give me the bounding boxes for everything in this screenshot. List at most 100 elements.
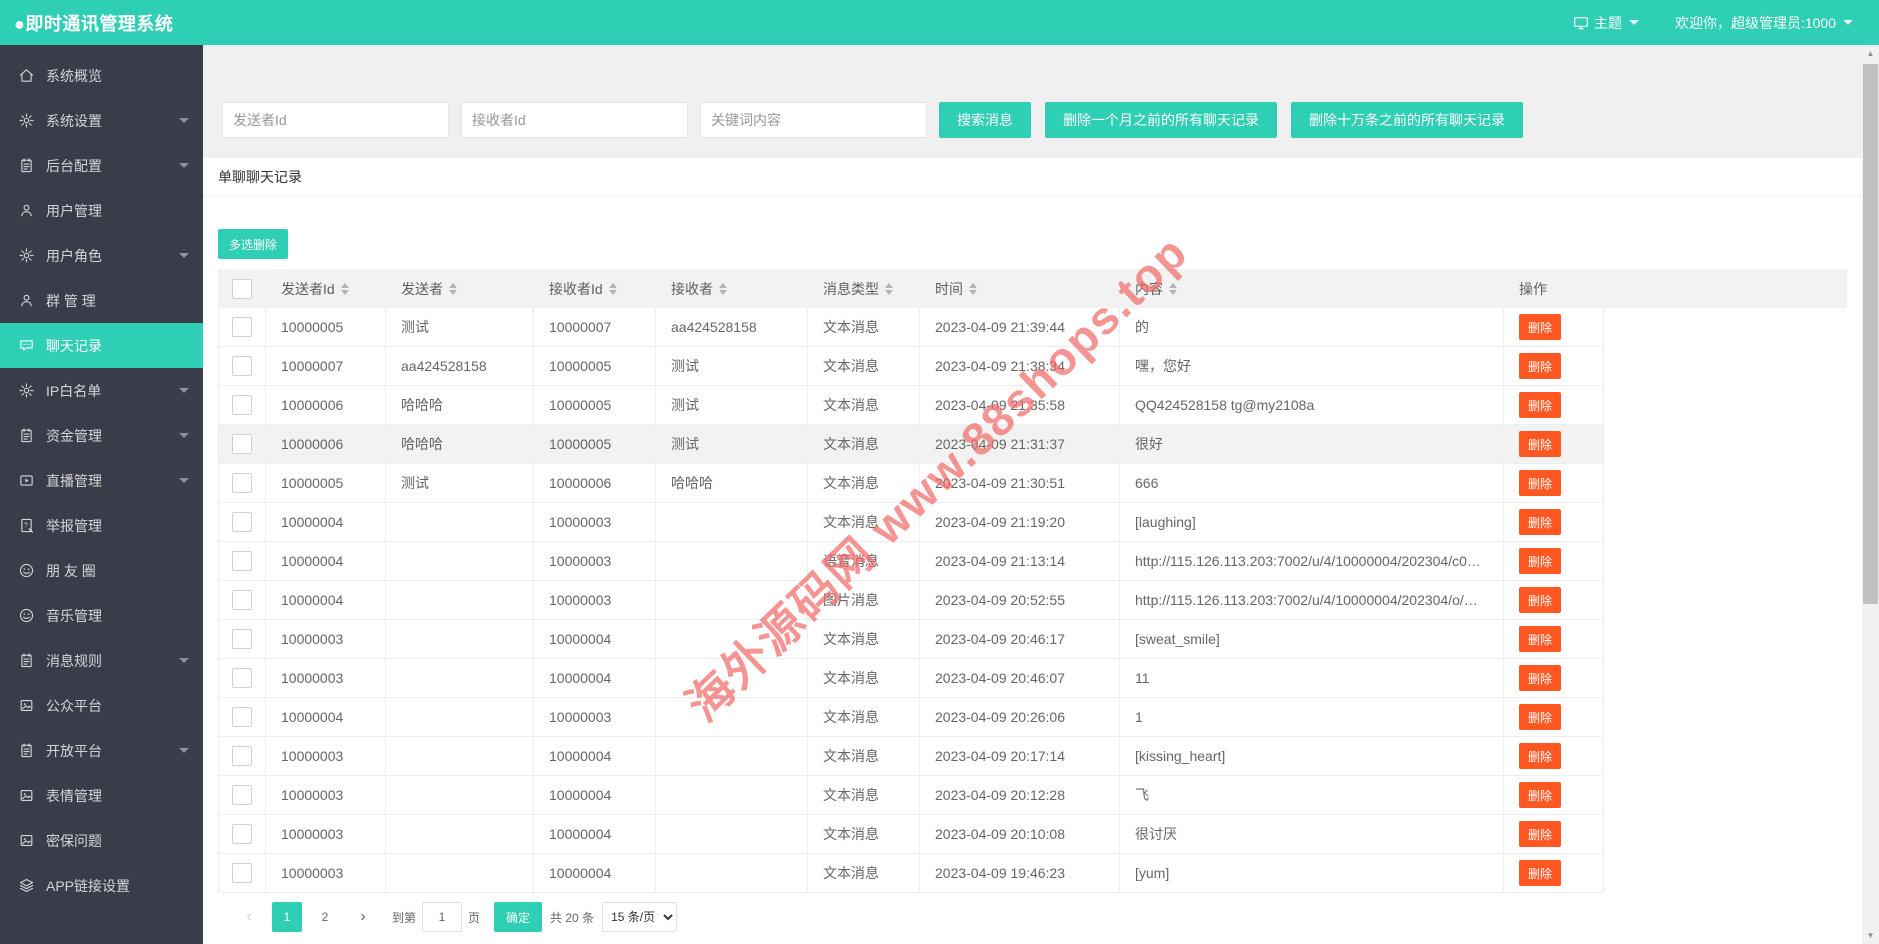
row-checkbox[interactable] [232, 551, 252, 571]
scroll-down-arrow-icon[interactable]: ▼ [1862, 927, 1879, 944]
sidebar-item-emoji-management[interactable]: 表情管理 [0, 773, 203, 818]
scrollbar-thumb[interactable] [1863, 64, 1878, 604]
column-header[interactable]: 内容 [1120, 279, 1504, 299]
prev-page-button[interactable]: ‹ [234, 902, 264, 932]
table-cell: 1 [1120, 698, 1504, 736]
goto-page-input[interactable] [422, 902, 463, 932]
delete-100k-old-button[interactable]: 删除十万条之前的所有聊天记录 [1291, 102, 1523, 138]
row-checkbox[interactable] [232, 824, 252, 844]
delete-row-button[interactable]: 删除 [1519, 587, 1562, 613]
delete-row-button[interactable]: 删除 [1519, 353, 1562, 379]
image-icon [18, 787, 35, 804]
delete-row-button[interactable]: 删除 [1519, 470, 1562, 496]
sort-carets-icon[interactable] [449, 282, 457, 295]
sidebar-item-moments[interactable]: 朋 友 圈 [0, 548, 203, 593]
table-cell: 10000005 [534, 425, 656, 463]
row-checkbox[interactable] [232, 785, 252, 805]
page-size-select[interactable]: 15 条/页 [602, 902, 678, 932]
sidebar-item-music-management[interactable]: 音乐管理 [0, 593, 203, 638]
row-checkbox[interactable] [232, 512, 252, 532]
receiver-id-input[interactable] [461, 102, 688, 138]
column-header[interactable]: 时间 [920, 279, 1120, 299]
sort-carets-icon[interactable] [719, 282, 727, 295]
table-cell: 2023-04-09 20:17:14 [920, 737, 1120, 775]
page-button-1[interactable]: 1 [272, 902, 302, 932]
select-all-checkbox[interactable] [232, 278, 252, 299]
delete-row-button[interactable]: 删除 [1519, 860, 1562, 886]
table-row: 10000003 10000004 文本消息 2023-04-09 19:46:23[… [218, 854, 1604, 893]
sort-carets-icon[interactable] [969, 282, 977, 295]
sort-carets-icon[interactable] [885, 282, 893, 295]
sidebar-item-ip-whitelist[interactable]: IP白名单 [0, 368, 203, 413]
search-messages-button[interactable]: 搜索消息 [939, 102, 1031, 138]
delete-row-button[interactable]: 删除 [1519, 782, 1562, 808]
user-menu[interactable]: 欢迎你，超级管理员:1000 [1675, 13, 1853, 33]
sidebar-item-system-settings[interactable]: 系统设置 [0, 98, 203, 143]
delete-row-button[interactable]: 删除 [1519, 314, 1562, 340]
sidebar-item-app-link-settings[interactable]: APP链接设置 [0, 863, 203, 908]
delete-row-button[interactable]: 删除 [1519, 431, 1562, 457]
multi-delete-button[interactable]: 多选删除 [218, 229, 289, 259]
delete-month-old-button[interactable]: 删除一个月之前的所有聊天记录 [1045, 102, 1277, 138]
delete-row-button[interactable]: 删除 [1519, 821, 1562, 847]
sidebar-item-open-platform[interactable]: 开放平台 [0, 728, 203, 773]
page-button-2[interactable]: 2 [310, 902, 340, 932]
table-row: 10000004 10000003 图片消息 2023-04-09 20:52:55 h… [218, 581, 1604, 620]
theme-menu[interactable]: 主题 [1573, 13, 1639, 33]
table-cell: 10000003 [266, 737, 386, 775]
delete-row-button[interactable]: 删除 [1519, 704, 1562, 730]
table-cell: 2023-04-09 21:30:51 [920, 464, 1120, 502]
row-checkbox[interactable] [232, 590, 252, 610]
row-checkbox[interactable] [232, 707, 252, 727]
row-checkbox[interactable] [232, 668, 252, 688]
delete-row-button[interactable]: 删除 [1519, 743, 1562, 769]
delete-row-button[interactable]: 删除 [1519, 392, 1562, 418]
sidebar-item-user-management[interactable]: 用户管理 [0, 188, 203, 233]
sidebar-item-backend-config[interactable]: 后台配置 [0, 143, 203, 188]
table-cell [656, 737, 808, 775]
delete-row-button[interactable]: 删除 [1519, 548, 1562, 574]
sidebar-item-chat-records[interactable]: 聊天记录 [0, 323, 203, 368]
sender-id-input[interactable] [222, 102, 449, 138]
column-header[interactable]: 发送者 [386, 279, 534, 299]
column-header[interactable]: 消息类型 [808, 279, 920, 299]
table-cell: 10000006 [534, 464, 656, 502]
delete-row-button[interactable]: 删除 [1519, 665, 1562, 691]
sidebar-item-message-rules[interactable]: 消息规则 [0, 638, 203, 683]
sidebar-item-user-roles[interactable]: 用户角色 [0, 233, 203, 278]
sidebar-item-group-management[interactable]: 群 管 理 [0, 278, 203, 323]
table-cell: 很讨厌 [1120, 815, 1504, 853]
table-cell: 测试 [656, 425, 808, 463]
sidebar-item-report-management[interactable]: ? 举报管理 [0, 503, 203, 548]
sort-carets-icon[interactable] [340, 282, 349, 295]
confirm-page-button[interactable]: 确定 [494, 902, 543, 932]
row-checkbox[interactable] [232, 473, 252, 493]
table-cell: 文本消息 [808, 698, 920, 736]
row-checkbox[interactable] [232, 746, 252, 766]
chevron-down-icon [179, 658, 189, 668]
delete-row-button[interactable]: 删除 [1519, 626, 1562, 652]
scroll-up-arrow-icon[interactable]: ▲ [1862, 45, 1879, 62]
sort-carets-icon[interactable] [1169, 282, 1177, 295]
row-checkbox[interactable] [232, 356, 252, 376]
row-checkbox[interactable] [232, 434, 252, 454]
sort-carets-icon[interactable] [608, 282, 617, 295]
row-checkbox[interactable] [232, 863, 252, 883]
table-cell [386, 776, 534, 814]
sidebar-item-public-platform[interactable]: 公众平台 [0, 683, 203, 728]
row-checkbox[interactable] [232, 629, 252, 649]
sidebar-item-security-question[interactable]: 密保问题 [0, 818, 203, 863]
sidebar-item-funds-management[interactable]: 资金管理 [0, 413, 203, 458]
sidebar-item-live-management[interactable]: 直播管理 [0, 458, 203, 503]
next-page-button[interactable]: › [348, 902, 378, 932]
keyword-input[interactable] [700, 102, 927, 138]
column-header[interactable]: 接收者 [656, 279, 808, 299]
table-row: 10000007 aa424528158 10000005 测试 文本消息 2023-04… [218, 347, 1604, 386]
column-header[interactable]: 发送者Id [266, 279, 386, 299]
row-checkbox[interactable] [232, 395, 252, 415]
vertical-scrollbar[interactable]: ▲ ▼ [1862, 45, 1879, 944]
delete-row-button[interactable]: 删除 [1519, 509, 1562, 535]
column-header[interactable]: 接收者Id [534, 279, 656, 299]
row-checkbox[interactable] [232, 317, 252, 337]
sidebar-item-overview[interactable]: 系统概览 [0, 53, 203, 98]
